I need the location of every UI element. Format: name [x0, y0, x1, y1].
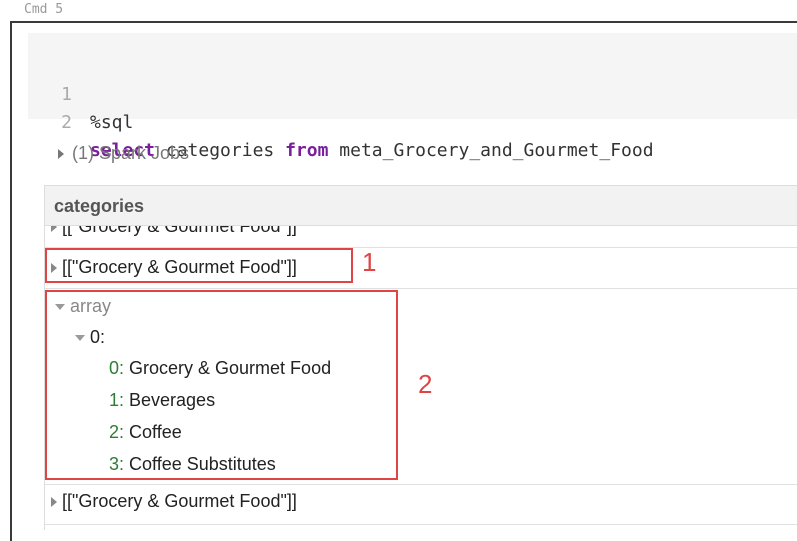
- spark-jobs-label: (1) Spark Jobs: [72, 143, 190, 163]
- code-editor[interactable]: 1 %sql 2 select categories from meta_Gro…: [28, 33, 797, 161]
- row-value: [["Grocery & Gourmet Food"]]: [62, 491, 297, 511]
- keyword-from: from: [285, 140, 329, 161]
- code-fragment: meta_Grocery_and_Gourmet_Food: [328, 140, 654, 161]
- cell-command-label: Cmd 5: [24, 2, 64, 17]
- spark-jobs-toggle[interactable]: (1) Spark Jobs: [58, 143, 189, 164]
- code-line-1: 1 %sql: [28, 53, 133, 133]
- annotation-label-1: 1: [362, 247, 377, 277]
- row-value: [["Grocery & Gourmet Food"]]: [62, 226, 297, 236]
- annotation-label-2: 2: [418, 369, 433, 399]
- expand-triangle-icon[interactable]: [51, 226, 57, 232]
- code-line-2: 2 select categories from meta_Grocery_an…: [28, 81, 653, 161]
- table-header: categories: [45, 186, 797, 226]
- table-row[interactable]: [["Grocery & Gourmet Food"]]: [45, 226, 797, 248]
- code-text: %sql: [90, 112, 134, 133]
- line-number: 2: [61, 112, 72, 133]
- annotation-box-2: [45, 290, 398, 480]
- annotation-box-1: [45, 248, 353, 283]
- expand-triangle-icon[interactable]: [51, 496, 57, 507]
- column-header-categories[interactable]: categories: [54, 196, 144, 217]
- expand-triangle-icon: [58, 148, 64, 159]
- table-row[interactable]: [["Grocery & Gourmet Food"]]: [45, 485, 797, 525]
